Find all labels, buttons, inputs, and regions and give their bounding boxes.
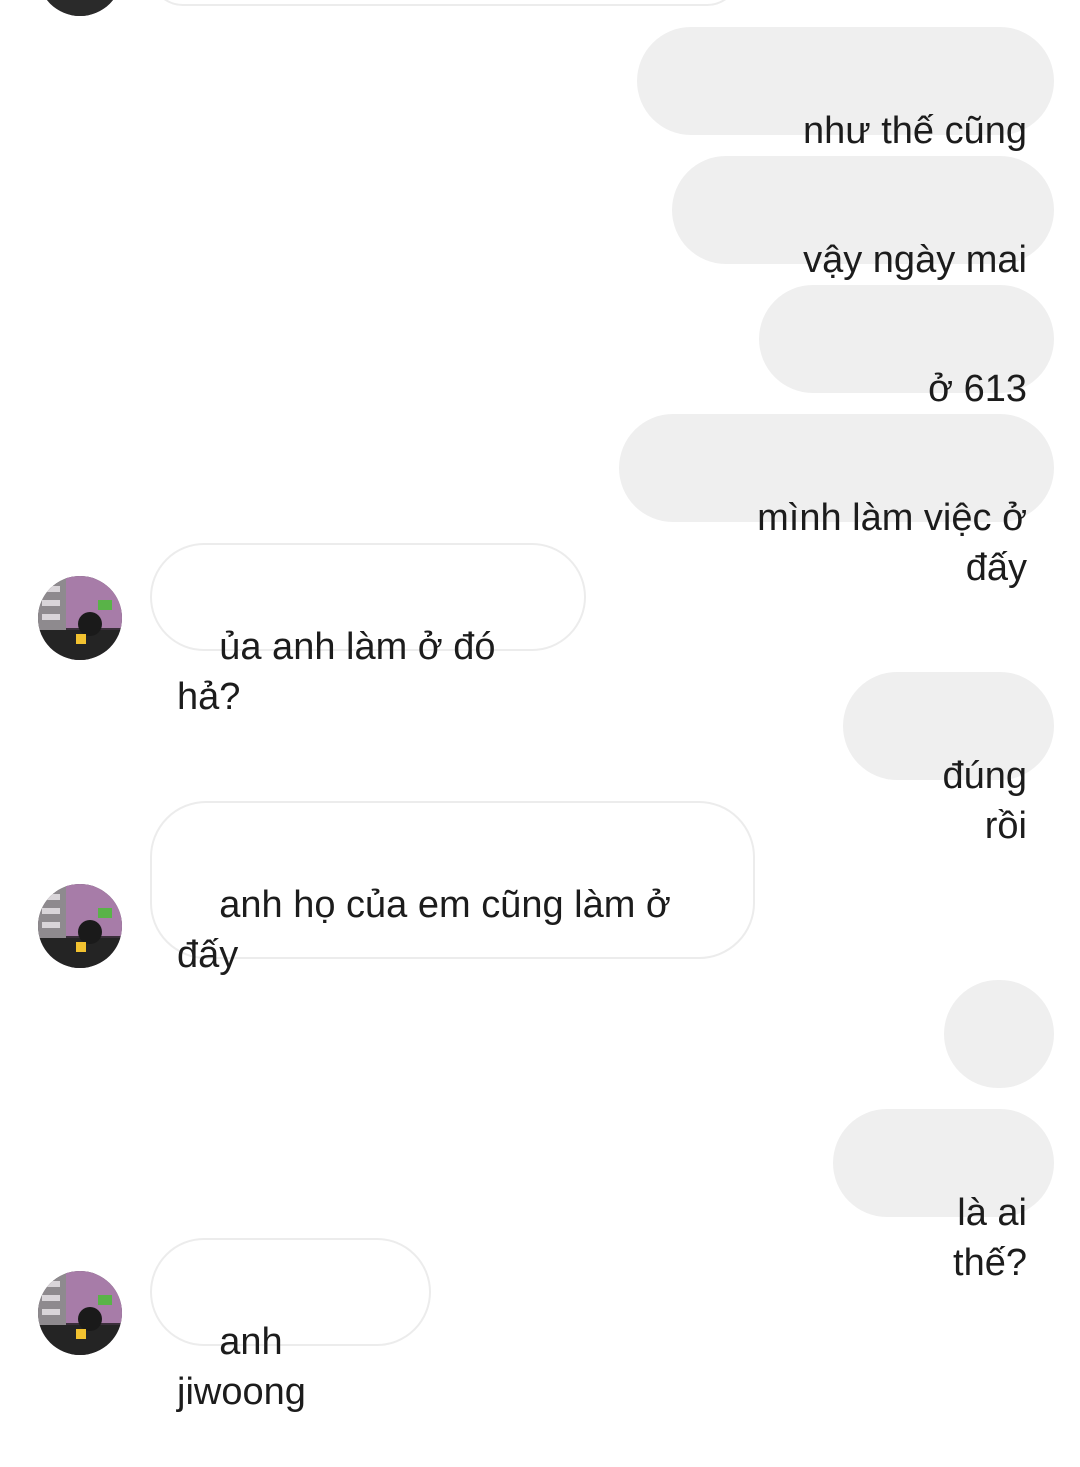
message-text: anh jiwoong <box>177 1321 306 1413</box>
message-bubble-incoming[interactable]: anh jiwoong <box>150 1238 431 1413</box>
message-bubble-outgoing[interactable]: đúng rồi <box>843 672 1054 847</box>
message-bubble-outgoing[interactable]: như thế cũng được <box>637 27 1054 202</box>
message-thread: như thế cũng được vậy ngày mai nhá ở 613… <box>0 0 1080 1413</box>
contact-avatar[interactable] <box>38 884 122 968</box>
message-text: đúng rồi <box>942 755 1038 847</box>
contact-avatar[interactable] <box>38 576 122 660</box>
message-text: ủa anh làm ở đó hả? <box>177 626 507 718</box>
message-bubble-outgoing[interactable]: mình làm việc ở đấy <box>619 414 1054 589</box>
message-bubble-outgoing[interactable]: là ai thế? <box>833 1109 1054 1284</box>
message-bubble-outgoing[interactable]: vậy ngày mai nhá <box>672 156 1054 331</box>
contact-avatar[interactable] <box>38 1271 122 1355</box>
avatar-photo-icon <box>38 1271 122 1355</box>
avatar-photo-icon <box>38 0 122 16</box>
contact-avatar[interactable] <box>38 0 122 16</box>
message-bubble-outgoing[interactable]: ủa <box>944 980 1054 1155</box>
message-text: anh họ của em cũng làm ở đấy <box>177 884 682 976</box>
message-bubble-incoming[interactable] <box>150 0 740 6</box>
message-bubble-outgoing[interactable]: ở 613 coffee <box>759 285 1054 460</box>
message-text: mình làm việc ở đấy <box>757 497 1038 589</box>
avatar-photo-icon <box>38 576 122 660</box>
message-bubble-incoming[interactable]: anh họ của em cũng làm ở đấy <box>150 801 755 976</box>
message-text: là ai thế? <box>953 1192 1038 1284</box>
avatar-photo-icon <box>38 884 122 968</box>
message-bubble-incoming[interactable]: ủa anh làm ở đó hả? <box>150 543 586 718</box>
